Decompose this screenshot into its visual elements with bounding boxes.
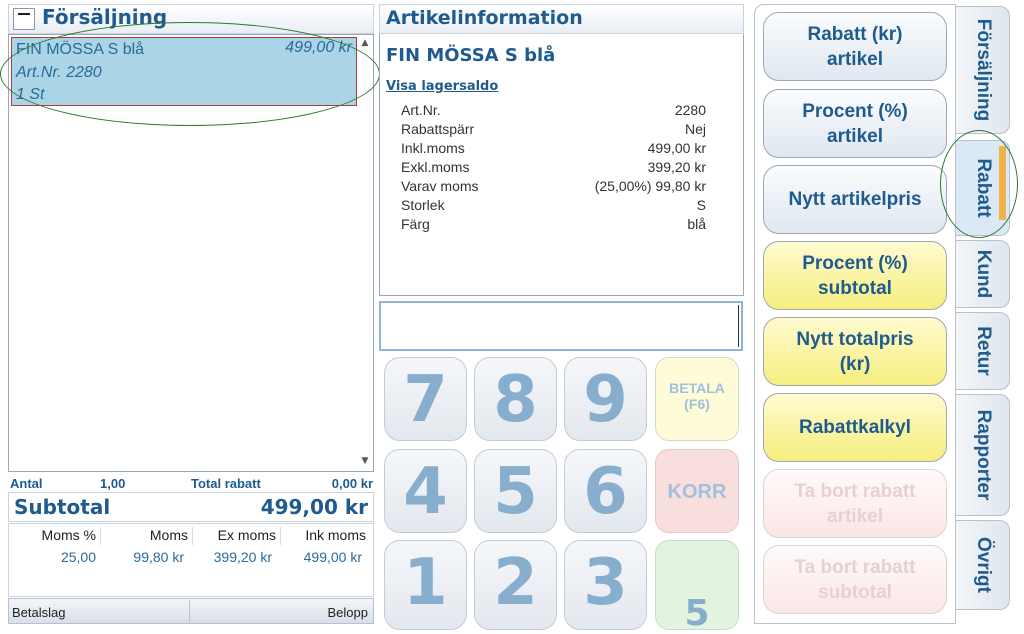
key-4[interactable]: 4	[384, 449, 467, 533]
vat-divider	[192, 527, 193, 545]
remove-article-discount-button[interactable]: Ta bort rabatt artikel	[763, 469, 947, 538]
prop-value-excl-vat: 399,20 kr	[647, 159, 706, 175]
prop-label-color: Färg	[401, 216, 430, 232]
prop-label-discount-lock: Rabattspärr	[401, 121, 475, 137]
quantity-value: 1,00	[100, 476, 126, 491]
tab-reports-label: Rapporter	[972, 409, 994, 501]
entry-input[interactable]	[379, 301, 743, 351]
prop-value-discount-lock: Nej	[684, 121, 706, 137]
vat-header-amount: Moms	[149, 527, 188, 543]
vat-divider	[280, 527, 281, 545]
article-name: FIN MÖSSA S blå	[386, 45, 556, 66]
prop-value-color: blå	[687, 216, 706, 232]
new-total-price-button[interactable]: Nytt totalpris (kr)	[763, 317, 947, 386]
tab-other-label: Övrigt	[972, 537, 994, 593]
discount-amount-article-button[interactable]: Rabatt (kr) artikel	[763, 12, 947, 81]
discount-calculator-button[interactable]: Rabattkalkyl	[763, 393, 947, 462]
key-2[interactable]: 2	[474, 540, 557, 630]
vat-value-inc: 499,00 kr	[303, 549, 362, 565]
tab-other[interactable]: Övrigt	[956, 520, 1010, 610]
scroll-up-icon[interactable]: ▲	[358, 38, 372, 52]
prop-value-vat: (25,00%) 99,80 kr	[594, 178, 706, 194]
correction-button[interactable]: KORR	[655, 449, 739, 533]
key-3[interactable]: 3	[564, 540, 647, 630]
input-caret	[738, 305, 739, 347]
prop-label-vat: Varav moms	[401, 178, 479, 194]
discount-percent-subtotal-button[interactable]: Procent (%) subtotal	[763, 241, 947, 310]
new-article-price-button[interactable]: Nytt artikelpris	[763, 165, 947, 234]
total-discount-label: Total rabatt	[191, 476, 261, 491]
tab-sales-label: Försäljning	[972, 18, 994, 122]
key-6[interactable]: 6	[564, 449, 647, 533]
vat-divider	[100, 527, 101, 545]
payment-type-header[interactable]: Betalslag	[12, 605, 65, 620]
prop-label-incl-vat: Inkl.moms	[401, 140, 465, 156]
vat-header-inc: Ink moms	[305, 527, 366, 543]
key-7[interactable]: 7	[384, 357, 467, 441]
tab-return[interactable]: Retur	[956, 312, 1010, 390]
article-info-title: Artikelinformation	[386, 7, 583, 29]
total-discount-value: 0,00 kr	[331, 476, 373, 491]
prop-value-incl-vat: 499,00 kr	[647, 140, 706, 156]
vat-value-rate: 25,00	[60, 549, 96, 565]
remove-subtotal-discount-button[interactable]: Ta bort rabatt subtotal	[763, 545, 947, 614]
vat-value-ex: 399,20 kr	[213, 549, 272, 565]
payment-amount-header[interactable]: Belopp	[280, 605, 368, 620]
prop-label-art-nr: Art.Nr.	[401, 102, 441, 118]
subtotal-value: 499,00 kr	[260, 495, 368, 519]
key-8[interactable]: 8	[474, 357, 557, 441]
prop-label-size: Storlek	[401, 197, 445, 213]
key-9[interactable]: 9	[564, 357, 647, 441]
subtotal-label: Subtotal	[14, 495, 111, 519]
tab-customer-label: Kund	[972, 249, 994, 299]
pay-button[interactable]: BETALA (F6)	[655, 357, 739, 441]
payment-divider	[189, 600, 190, 622]
tab-reports[interactable]: Rapporter	[956, 394, 1010, 516]
tab-sales[interactable]: Försäljning	[956, 6, 1010, 134]
vat-header-rate: Moms %	[41, 527, 96, 543]
highlight-ellipse-tab	[940, 130, 1018, 238]
prop-label-excl-vat: Exkl.moms	[401, 159, 470, 175]
prop-value-art-nr: 2280	[674, 102, 706, 118]
show-stock-link[interactable]: Visa lagersaldo	[386, 79, 498, 94]
green-key[interactable]: 5	[655, 540, 739, 634]
discount-percent-article-button[interactable]: Procent (%) artikel	[763, 89, 947, 158]
key-5[interactable]: 5	[474, 449, 557, 533]
vat-value-amount: 99,80 kr	[133, 549, 184, 565]
vat-header-ex: Ex moms	[217, 527, 276, 543]
highlight-ellipse-row	[0, 22, 380, 126]
prop-value-size: S	[696, 197, 706, 213]
scroll-down-icon[interactable]: ▼	[358, 456, 372, 470]
key-1[interactable]: 1	[384, 540, 467, 630]
quantity-label: Antal	[10, 476, 43, 491]
collapse-button[interactable]	[13, 8, 35, 30]
tab-return-label: Retur	[972, 326, 994, 376]
tab-customer[interactable]: Kund	[956, 240, 1010, 308]
